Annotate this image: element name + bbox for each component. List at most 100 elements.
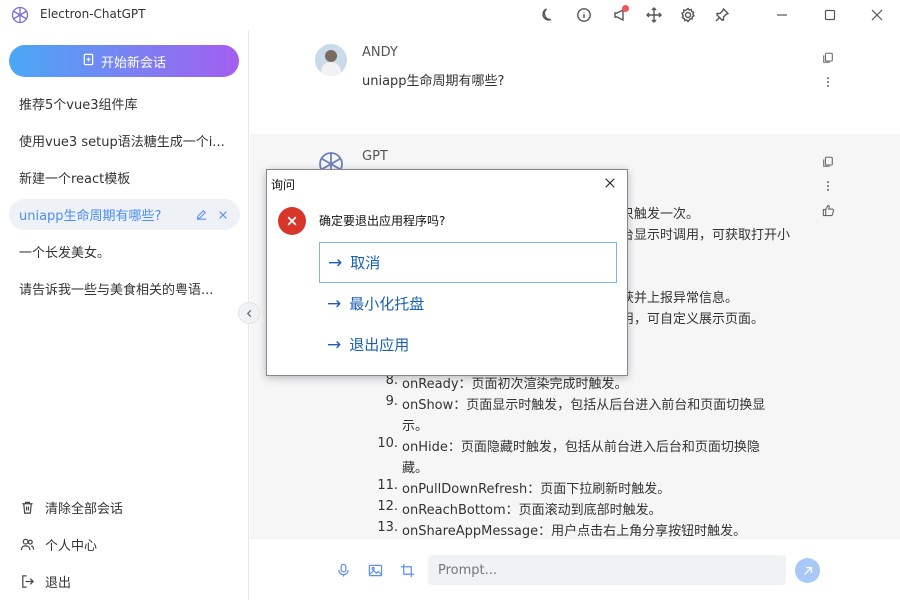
quit-app-option-button[interactable]: → 退出应用: [319, 324, 617, 365]
answer-item-text: onShow：页面显示时触发，包括从后台进入前台和页面切换显: [402, 398, 766, 413]
error-icon: [278, 207, 306, 235]
answer-list-item: 10. onHide：页面隐藏时触发，包括从前台进入后台和页面切换隐: [362, 436, 802, 456]
sidebar-footer: 清除全部会话 个人中心 退出: [18, 489, 238, 600]
cancel-option-button[interactable]: → 取消: [319, 242, 617, 283]
image-icon[interactable]: [366, 561, 384, 579]
confirm-dialog: 询问 确定要退出应用程序吗? → 取消 → 最小化托盘 → 退出应用: [266, 169, 628, 376]
logout-icon: [18, 573, 36, 591]
more-options-icon[interactable]: [818, 174, 838, 198]
option-label: 退出应用: [349, 336, 410, 354]
new-chat-icon: [82, 53, 95, 69]
delete-conversation-icon[interactable]: [216, 208, 230, 222]
message-tools: [818, 150, 838, 222]
answer-list-item: 9. onShow：页面显示时触发，包括从后台进入前台和页面切换显: [362, 394, 802, 414]
user-message-text: uniapp生命周期有哪些?: [362, 74, 505, 89]
minimize-icon[interactable]: [772, 5, 792, 25]
option-label: 取消: [350, 254, 381, 272]
answer-item-text: onShareAppMessage：用户点击右上角分享按钮时触发。: [402, 524, 747, 538]
user-avatar: [315, 44, 347, 76]
info-icon[interactable]: [574, 5, 594, 25]
answer-item-text: 藏。: [402, 461, 429, 476]
answer-item-number: 11.: [377, 478, 398, 493]
answer-item-number: 10.: [377, 436, 398, 451]
user-message: ANDY uniapp生命周期有哪些?: [250, 30, 900, 134]
answer-item-number: 13.: [377, 520, 398, 535]
pin-icon[interactable]: [712, 5, 732, 25]
dialog-close-icon[interactable]: [601, 174, 619, 192]
openai-logo-icon: [10, 5, 30, 25]
move-icon[interactable]: [644, 5, 664, 25]
app-title: Electron-ChatGPT: [40, 7, 146, 21]
new-chat-label: 开始新会话: [100, 55, 166, 71]
send-arrow-icon: [803, 566, 812, 575]
gpt-name: GPT: [362, 149, 388, 164]
option-label: 最小化托盘: [349, 295, 425, 313]
arrow-right-icon: →: [327, 334, 342, 355]
conversation-item[interactable]: 推荐5个vue3组件库: [9, 88, 240, 119]
answer-fragment: 只触发一次。: [621, 207, 700, 222]
clear-conversations-label: 清除全部会话: [45, 502, 124, 517]
maximize-icon[interactable]: [820, 5, 840, 25]
answer-item-text: 示。: [402, 419, 429, 434]
notification-dot: [622, 5, 629, 12]
answer-list-item: 12. onReachBottom：页面滚动到底部时触发。: [362, 499, 802, 519]
arrow-right-icon: →: [328, 252, 343, 273]
gear-icon[interactable]: [678, 5, 698, 25]
chevron-left-icon: [246, 309, 251, 317]
title-bar: Electron-ChatGPT: [0, 0, 900, 30]
conversation-label: 新建一个react模板: [19, 172, 131, 187]
collapse-sidebar-button[interactable]: [238, 302, 260, 324]
trash-icon: [18, 499, 36, 517]
conversation-label: 推荐5个vue3组件库: [19, 98, 138, 113]
answer-list-item: 藏。: [362, 457, 802, 477]
dialog-message: 确定要退出应用程序吗?: [319, 214, 446, 228]
conversation-label: 使用vue3 setup语法糖生成一个i...: [19, 135, 225, 150]
close-icon[interactable]: [867, 5, 887, 25]
copy-icon[interactable]: [818, 46, 838, 70]
conversation-item[interactable]: 请告诉我一些与美食相关的粤语...: [9, 273, 240, 304]
crop-icon[interactable]: [398, 561, 416, 579]
conversation-item-active[interactable]: uniapp生命周期有哪些?: [9, 199, 240, 230]
sidebar: 开始新会话 推荐5个vue3组件库 使用vue3 setup语法糖生成一个i..…: [0, 30, 249, 600]
answer-fragment: 台显示时调用，可获取打开小: [621, 228, 791, 243]
dialog-title: 询问: [271, 178, 296, 192]
minimize-tray-option-button[interactable]: → 最小化托盘: [319, 283, 617, 324]
message-tools: [818, 46, 838, 94]
answer-fragment: 获并上报异常信息。: [621, 291, 739, 306]
answer-list-item: 8. onReady：页面初次渲染完成时触发。: [362, 373, 802, 393]
conversation-list: 推荐5个vue3组件库 使用vue3 setup语法糖生成一个i... 新建一个…: [9, 88, 240, 310]
copy-icon[interactable]: [818, 150, 838, 174]
answer-list-item: 13. onShareAppMessage：用户点击右上角分享按钮时触发。: [362, 520, 802, 538]
send-button[interactable]: [795, 558, 820, 583]
logout-button[interactable]: 退出: [18, 563, 238, 600]
megaphone-icon[interactable]: [610, 5, 630, 25]
clear-conversations-button[interactable]: 清除全部会话: [18, 489, 238, 526]
answer-list-item: 示。: [362, 415, 802, 435]
prompt-input[interactable]: [428, 555, 786, 585]
answer-fragment: 用，可自定义展示页面。: [621, 312, 765, 327]
logout-label: 退出: [45, 576, 72, 591]
new-chat-button[interactable]: 开始新会话: [9, 45, 239, 77]
answer-item-text: onPullDownRefresh：页面下拉刷新时触发。: [402, 482, 671, 497]
conversation-item[interactable]: 使用vue3 setup语法糖生成一个i...: [9, 125, 240, 156]
thumbs-up-icon[interactable]: [818, 198, 838, 222]
more-options-icon[interactable]: [818, 70, 838, 94]
conversation-item[interactable]: 新建一个react模板: [9, 162, 240, 193]
conversation-label: uniapp生命周期有哪些?: [19, 209, 162, 224]
answer-item-text: onReachBottom：页面滚动到底部时触发。: [402, 503, 662, 518]
conversation-label: 请告诉我一些与美食相关的粤语...: [19, 283, 214, 298]
answer-item-text: onHide：页面隐藏时触发，包括从前台进入后台和页面切换隐: [402, 440, 760, 455]
answer-item-number: 12.: [377, 499, 398, 514]
conversation-item[interactable]: 一个长发美女。: [9, 236, 240, 267]
moon-icon[interactable]: [538, 5, 558, 25]
users-icon: [18, 536, 36, 554]
profile-label: 个人中心: [45, 539, 98, 554]
microphone-icon[interactable]: [334, 561, 352, 579]
answer-item-number: 9.: [385, 394, 398, 409]
arrow-right-icon: →: [327, 293, 342, 314]
edit-icon[interactable]: [194, 208, 208, 222]
answer-list-item: 11. onPullDownRefresh：页面下拉刷新时触发。: [362, 478, 802, 498]
user-name: ANDY: [362, 45, 398, 60]
profile-button[interactable]: 个人中心: [18, 526, 238, 563]
prompt-bar: [250, 538, 900, 600]
